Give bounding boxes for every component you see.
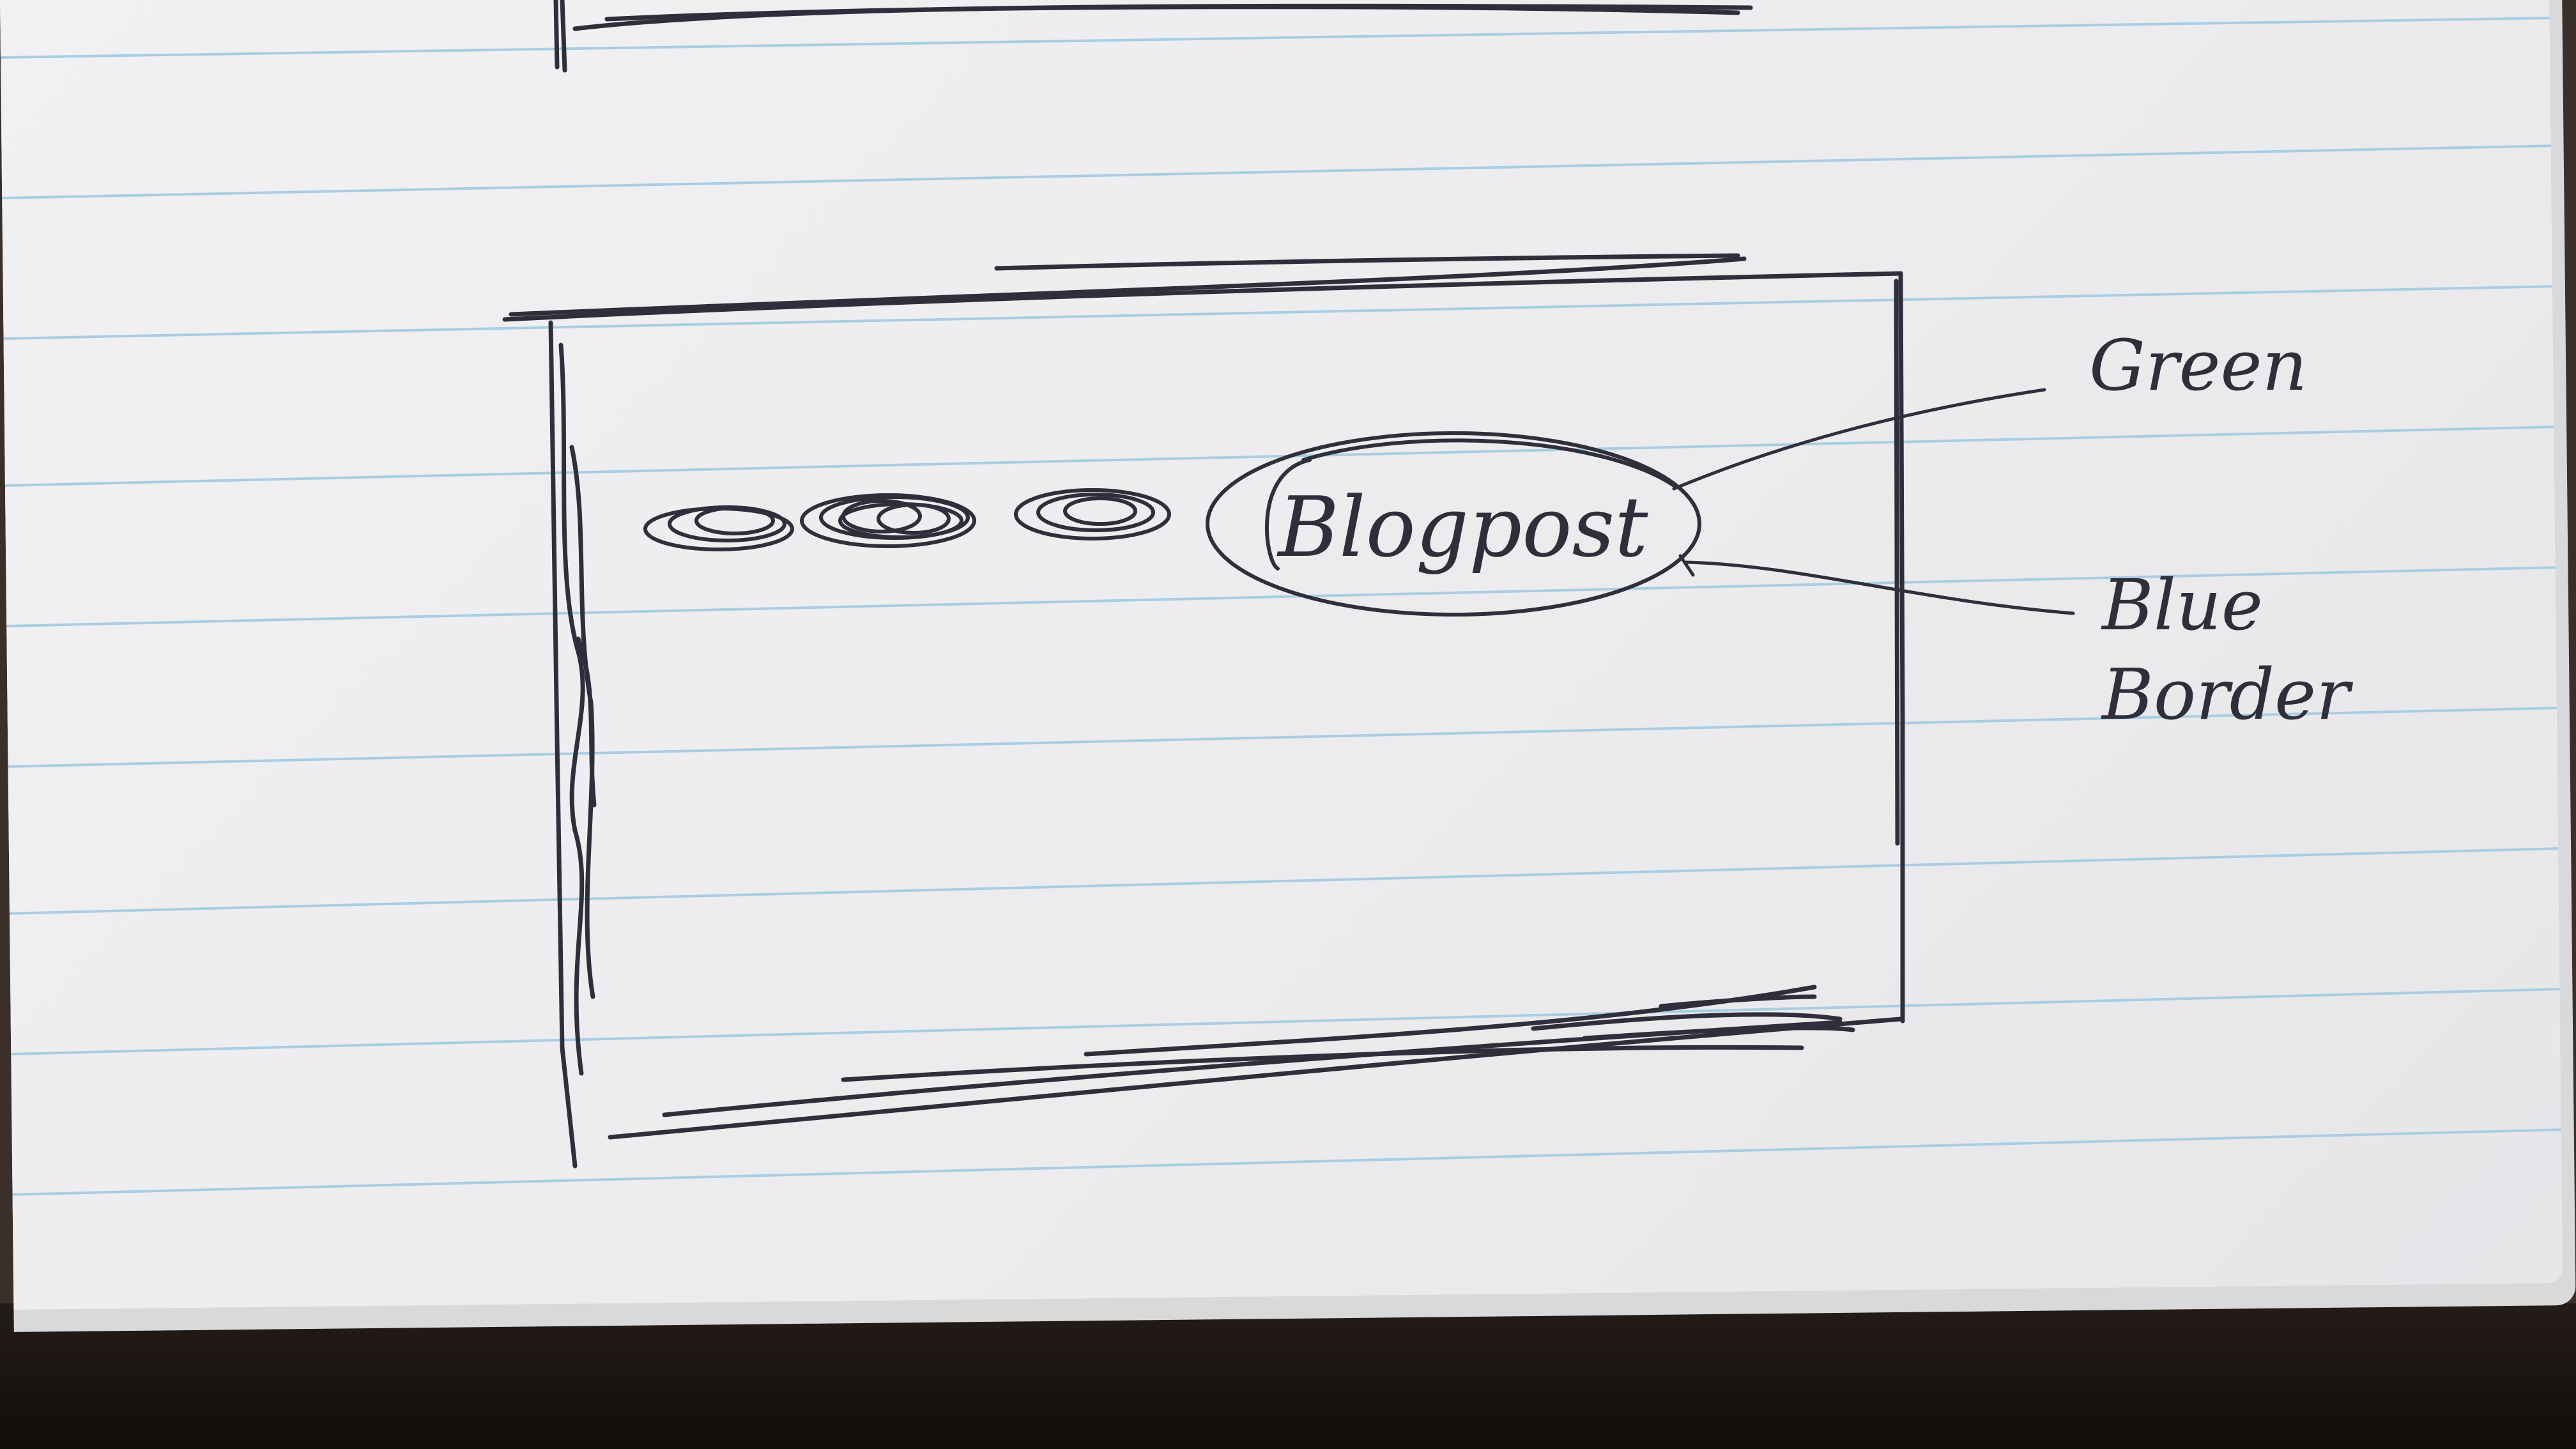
wireframe-sketch: Blogpost Green Blue Border — [502, 0, 2354, 1169]
nav-placeholder-1 — [643, 505, 794, 551]
nav-placeholder-2 — [800, 493, 976, 548]
blogpost-button-label[interactable]: Blogpost — [1276, 479, 1648, 576]
annotation-border: Border — [2101, 654, 2354, 735]
annotation-green: Green — [2089, 325, 2308, 406]
page-frame-box — [502, 253, 1905, 1169]
previous-sketch-box — [553, 0, 1753, 73]
annotation-leader-lines — [1672, 388, 2075, 615]
annotation-blue: Blue — [2101, 564, 2263, 646]
nav-placeholder-3 — [1014, 488, 1171, 540]
